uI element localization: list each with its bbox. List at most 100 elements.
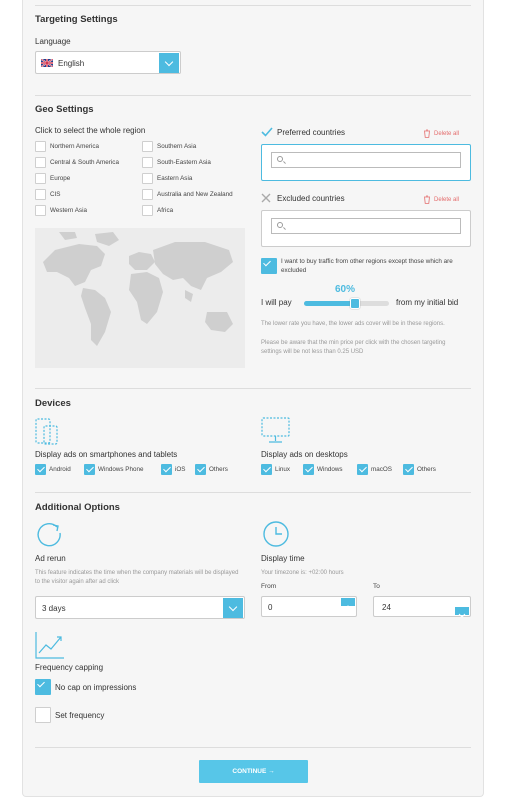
rerun-icon: [37, 523, 61, 547]
divider: [35, 388, 471, 389]
divider: [35, 5, 471, 6]
os-label: macOS: [371, 466, 392, 473]
pay-prefix: I will pay: [261, 298, 292, 307]
region-label: South-Eastern Asia: [157, 159, 211, 166]
continue-button[interactable]: CONTINUE →: [199, 760, 308, 783]
divider: [35, 747, 471, 748]
additional-title: Additional Options: [35, 502, 120, 513]
rerun-note: This feature indicates the time when the…: [35, 570, 239, 585]
os-label: Linux: [275, 466, 291, 473]
region-label: CIS: [50, 191, 61, 198]
os-checkbox[interactable]: [261, 464, 272, 475]
from-input[interactable]: 0: [261, 596, 357, 617]
devices-title: Devices: [35, 398, 71, 409]
to-label: To: [373, 583, 380, 590]
divider: [35, 492, 471, 493]
os-label: Windows: [317, 466, 343, 473]
to-input[interactable]: 24: [373, 596, 471, 618]
region-label: Southern Asia: [157, 143, 197, 150]
pay-slider-track[interactable]: [304, 298, 389, 309]
pay-slider-fill: [304, 301, 355, 306]
os-label: Windows Phone: [98, 466, 144, 473]
preferred-title: Preferred countries: [277, 128, 346, 137]
os-checkbox[interactable]: [303, 464, 314, 475]
region-checkbox[interactable]: [142, 141, 153, 152]
language-value: English: [58, 59, 85, 68]
pay-percent: 60%: [335, 284, 356, 295]
excluded-search-input[interactable]: [271, 218, 461, 234]
region-label: Australia and New Zealand: [157, 191, 233, 198]
preferred-search-input[interactable]: [271, 152, 461, 168]
geo-title: Geo Settings: [35, 104, 94, 115]
region-hint: Click to select the whole region: [35, 126, 146, 135]
os-checkbox[interactable]: [161, 464, 172, 475]
from-label: From: [261, 583, 277, 590]
os-checkbox[interactable]: [84, 464, 95, 475]
region-label: Central & South America: [50, 159, 119, 166]
os-label: Android: [49, 466, 71, 473]
excluded-title: Excluded countries: [277, 194, 345, 203]
region-checkbox[interactable]: [142, 189, 153, 200]
uk-flag-icon: [41, 59, 53, 67]
clock-icon: [263, 521, 289, 547]
language-select[interactable]: English: [35, 51, 181, 74]
region-label: Northern America: [50, 143, 99, 150]
set-frequency-label: Set frequency: [55, 711, 105, 720]
delete-all-excluded[interactable]: Delete all: [434, 197, 459, 203]
os-label: Others: [417, 466, 436, 473]
trash-icon[interactable]: [423, 195, 431, 204]
region-checkbox[interactable]: [142, 173, 153, 184]
region-checkbox[interactable]: [35, 173, 46, 184]
region-label: Africa: [157, 207, 174, 214]
os-checkbox[interactable]: [357, 464, 368, 475]
chevron-down-icon[interactable]: [223, 598, 243, 618]
region-checkbox[interactable]: [142, 157, 153, 168]
frequency-title: Frequency capping: [35, 663, 104, 672]
region-checkbox[interactable]: [35, 141, 46, 152]
no-cap-label: No cap on impressions: [55, 683, 137, 692]
set-frequency-checkbox[interactable]: [35, 707, 51, 723]
region-label: Western Asia: [50, 207, 87, 214]
chart-icon: [35, 632, 64, 659]
pay-slider-handle[interactable]: [350, 298, 360, 309]
no-cap-checkbox[interactable]: [35, 679, 51, 695]
check-icon: [261, 127, 273, 137]
region-checkbox[interactable]: [35, 157, 46, 168]
rerun-title: Ad rerun: [35, 554, 66, 563]
from-value: 0: [268, 603, 273, 612]
region-checkbox[interactable]: [35, 205, 46, 216]
rerun-select[interactable]: 3 days: [35, 596, 245, 619]
desktop-label: Display ads on desktops: [261, 450, 348, 459]
buy-other-regions-label: I want to buy traffic from other regions…: [281, 258, 453, 274]
pay-note-1: The lower rate you have, the lower ads c…: [261, 321, 445, 327]
world-map: [35, 228, 245, 368]
settings-card: Targeting Settings Language English Geo …: [22, 0, 484, 797]
to-value: 24: [382, 603, 391, 612]
search-icon: [277, 156, 283, 162]
close-icon: [261, 193, 271, 203]
os-checkbox[interactable]: [195, 464, 206, 475]
targeting-title: Targeting Settings: [35, 14, 118, 25]
mobile-label: Display ads on smartphones and tablets: [35, 450, 178, 459]
tablet-icon: [35, 418, 58, 445]
delete-all-preferred[interactable]: Delete all: [434, 131, 459, 137]
from-increment[interactable]: [341, 598, 355, 610]
os-checkbox[interactable]: [35, 464, 46, 475]
language-label: Language: [35, 37, 71, 46]
search-icon: [277, 222, 283, 228]
timezone-note: Your timezone is: +02:00 hours: [261, 570, 344, 576]
excluded-countries-box: [261, 210, 471, 247]
preferred-countries-box: [261, 144, 471, 181]
region-checkbox[interactable]: [142, 205, 153, 216]
desktop-icon: [261, 417, 290, 443]
buy-other-regions-checkbox[interactable]: [261, 258, 277, 274]
os-label: iOS: [175, 466, 186, 473]
pay-note-2: Please be aware that the min price per c…: [261, 340, 446, 355]
os-checkbox[interactable]: [403, 464, 414, 475]
trash-icon[interactable]: [423, 129, 431, 138]
rerun-value: 3 days: [42, 604, 66, 613]
os-label: Others: [209, 466, 228, 473]
region-checkbox[interactable]: [35, 189, 46, 200]
chevron-down-icon[interactable]: [159, 53, 179, 73]
to-decrement[interactable]: [455, 607, 469, 618]
